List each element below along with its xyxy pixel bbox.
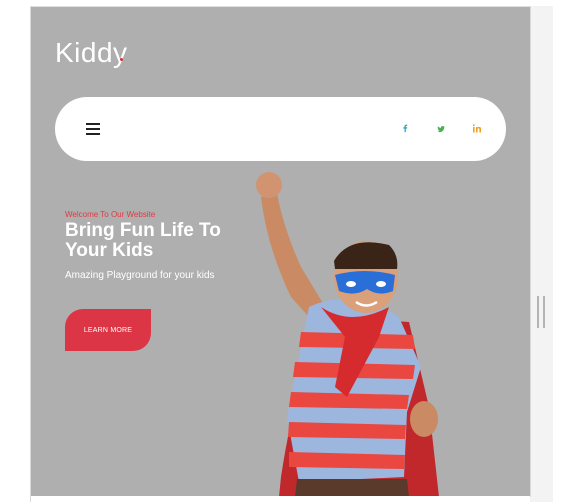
page-viewport: Kiddy Welcome To Our Website Bring Fun L… [30,6,531,497]
superhero-kid-image [256,172,439,497]
hamburger-menu-icon[interactable] [86,123,100,135]
twitter-icon[interactable] [433,121,449,137]
hero-subtitle: Amazing Playground for your kids [65,270,215,281]
navbar [55,97,506,161]
logo-dot [120,58,123,61]
scroll-grip-handle[interactable] [537,296,545,328]
hero-headline: Bring Fun Life To Your Kids [65,220,221,261]
hero-kicker: Welcome To Our Website [65,210,156,219]
bottom-strip [30,496,530,502]
facebook-icon[interactable] [397,121,413,137]
right-gutter [530,6,553,502]
linkedin-icon[interactable] [469,121,485,137]
learn-more-button[interactable]: LEARN MORE [65,309,151,351]
site-logo[interactable]: Kiddy [55,37,128,69]
